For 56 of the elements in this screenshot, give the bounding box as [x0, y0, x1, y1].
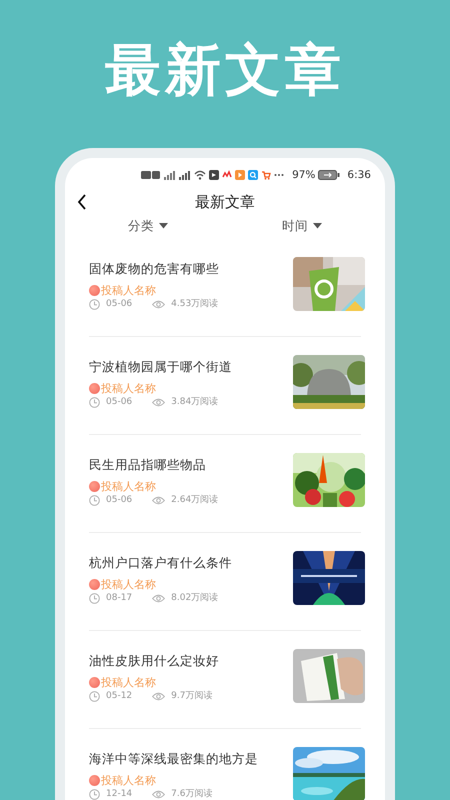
- article-title[interactable]: 油性皮肤用什么定妆好: [89, 652, 285, 668]
- search-icon: [248, 170, 258, 180]
- read-count: 7.6万阅读: [171, 788, 212, 800]
- publish-date: 12-14: [106, 788, 132, 800]
- filter-dropdown[interactable]: 时间: [282, 218, 322, 234]
- signal-icon: [179, 170, 191, 180]
- views-icon: [152, 692, 166, 700]
- article-title[interactable]: 固体废物的危害有哪些: [89, 260, 285, 276]
- author-name: 投稿人名称: [101, 676, 156, 690]
- read-count: 8.02万阅读: [171, 592, 218, 604]
- avatar-icon: [89, 481, 100, 492]
- author-name: 投稿人名称: [101, 578, 156, 592]
- wifi-icon: [194, 170, 206, 180]
- article-title[interactable]: 宁波植物园属于哪个街道: [89, 358, 285, 374]
- caret-icon: [159, 223, 168, 229]
- clock-icon: [89, 592, 100, 604]
- article-title[interactable]: 民生用品指哪些物品: [89, 456, 285, 472]
- battery-percent: 97%: [292, 169, 316, 181]
- publish-date: 08-17: [106, 592, 132, 604]
- caret-icon: [313, 223, 322, 229]
- views-icon: [152, 790, 166, 798]
- clock-icon: [89, 298, 100, 310]
- author-name: 投稿人名称: [101, 284, 156, 298]
- clock-time: 6:36: [347, 169, 371, 181]
- battery-icon: [318, 170, 340, 180]
- clock-icon: [89, 690, 100, 702]
- publish-date: 05-06: [106, 298, 132, 310]
- avatar-icon: [89, 677, 100, 688]
- read-count: 9.7万阅读: [171, 690, 212, 702]
- publish-date: 05-06: [106, 396, 132, 408]
- read-count: 2.64万阅读: [171, 494, 218, 506]
- avatar-icon: [89, 383, 100, 394]
- avatar-icon: [89, 285, 100, 296]
- clock-icon: [89, 396, 100, 408]
- promo-title: 最新文章: [105, 37, 345, 105]
- publish-date: 05-06: [106, 494, 132, 506]
- publish-date: 05-12: [106, 690, 132, 702]
- author-name: 投稿人名称: [101, 382, 156, 396]
- read-count: 4.53万阅读: [171, 298, 218, 310]
- clock-icon: [89, 788, 100, 800]
- views-icon: [152, 496, 166, 504]
- filter-dropdown[interactable]: 分类: [128, 218, 168, 234]
- author-name: 投稿人名称: [101, 480, 156, 494]
- avatar-icon: [89, 775, 100, 786]
- page-title: 最新文章: [195, 192, 255, 212]
- views-icon: [152, 398, 166, 406]
- views-icon: [152, 300, 166, 308]
- signal-icon: [164, 170, 176, 180]
- clock-icon: [89, 494, 100, 506]
- cart-icon: [261, 170, 271, 180]
- read-count: 3.84万阅读: [171, 396, 218, 408]
- views-icon: [152, 594, 166, 602]
- article-title[interactable]: 杭州户口落户有什么条件: [89, 554, 285, 570]
- article-title[interactable]: 海洋中等深线最密集的地方是: [89, 750, 285, 766]
- author-name: 投稿人名称: [101, 774, 156, 788]
- avatar-icon: [89, 579, 100, 590]
